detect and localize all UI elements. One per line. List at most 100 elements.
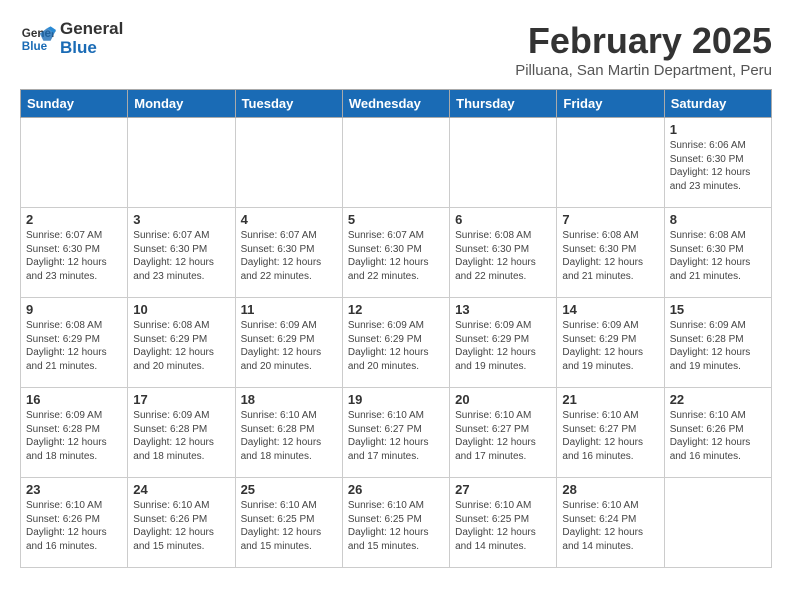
day-info: Sunrise: 6:10 AM Sunset: 6:26 PM Dayligh… <box>670 409 766 463</box>
weekday-header-thursday: Thursday <box>450 90 557 118</box>
day-info: Sunrise: 6:09 AM Sunset: 6:29 PM Dayligh… <box>562 319 658 373</box>
calendar-day-3: 3 Sunrise: 6:07 AM Sunset: 6:30 PM Daylig… <box>128 208 235 298</box>
calendar-day-12: 12Sunrise: 6:09 AM Sunset: 6:29 PM Dayli… <box>342 298 449 388</box>
weekday-header-row: SundayMondayTuesdayWednesdayThursdayFrid… <box>21 90 772 118</box>
calendar-day-4: 4 Sunrise: 6:07 AM Sunset: 6:30 PM Daylig… <box>235 208 342 298</box>
day-number: 22 <box>670 392 766 407</box>
day-info: Sunrise: 6:09 AM Sunset: 6:29 PM Dayligh… <box>241 319 337 373</box>
day-number: 8 <box>670 212 766 227</box>
calendar-day-11: 11 Sunrise: 6:09 AM Sunset: 6:29 PM Dayli… <box>235 298 342 388</box>
day-number: 15 <box>670 302 766 317</box>
day-info: Sunrise: 6:08 AM Sunset: 6:30 PM Dayligh… <box>562 229 658 283</box>
empty-day-cell <box>342 118 449 208</box>
calendar-day-1: 1 Sunrise: 6:06 AM Sunset: 6:30 PM Daylig… <box>664 118 771 208</box>
day-number: 21 <box>562 392 658 407</box>
day-number: 12 <box>348 302 444 317</box>
day-info: Sunrise: 6:09 AM Sunset: 6:28 PM Dayligh… <box>26 409 122 463</box>
day-info: Sunrise: 6:10 AM Sunset: 6:25 PM Dayligh… <box>348 499 444 553</box>
day-number: 14 <box>562 302 658 317</box>
logo-text-general: General <box>60 20 123 39</box>
empty-day-cell <box>557 118 664 208</box>
day-info: Sunrise: 6:10 AM Sunset: 6:24 PM Dayligh… <box>562 499 658 553</box>
day-number: 9 <box>26 302 122 317</box>
empty-day-cell <box>21 118 128 208</box>
weekday-header-friday: Friday <box>557 90 664 118</box>
logo-icon: General Blue <box>20 21 56 57</box>
day-info: Sunrise: 6:06 AM Sunset: 6:30 PM Dayligh… <box>670 139 766 193</box>
day-info: Sunrise: 6:10 AM Sunset: 6:26 PM Dayligh… <box>26 499 122 553</box>
empty-day-cell <box>235 118 342 208</box>
day-info: Sunrise: 6:08 AM Sunset: 6:29 PM Dayligh… <box>26 319 122 373</box>
calendar-day-21: 21 Sunrise: 6:10 AM Sunset: 6:27 PM Dayli… <box>557 388 664 478</box>
weekday-header-wednesday: Wednesday <box>342 90 449 118</box>
calendar-subtitle: Pilluana, San Martin Department, Peru <box>515 62 772 79</box>
calendar-day-25: 25Sunrise: 6:10 AM Sunset: 6:25 PM Dayli… <box>235 478 342 568</box>
day-info: Sunrise: 6:10 AM Sunset: 6:27 PM Dayligh… <box>455 409 551 463</box>
day-info: Sunrise: 6:10 AM Sunset: 6:27 PM Dayligh… <box>348 409 444 463</box>
day-number: 3 <box>133 212 229 227</box>
day-number: 4 <box>241 212 337 227</box>
calendar-title: February 2025 <box>515 20 772 62</box>
calendar-day-8: 8Sunrise: 6:08 AM Sunset: 6:30 PM Daylig… <box>664 208 771 298</box>
day-number: 6 <box>455 212 551 227</box>
day-info: Sunrise: 6:07 AM Sunset: 6:30 PM Dayligh… <box>133 229 229 283</box>
day-info: Sunrise: 6:08 AM Sunset: 6:30 PM Dayligh… <box>455 229 551 283</box>
weekday-header-monday: Monday <box>128 90 235 118</box>
day-info: Sunrise: 6:10 AM Sunset: 6:27 PM Dayligh… <box>562 409 658 463</box>
title-area: February 2025 Pilluana, San Martin Depar… <box>515 20 772 79</box>
calendar-week-row: 1 Sunrise: 6:06 AM Sunset: 6:30 PM Daylig… <box>21 118 772 208</box>
day-info: Sunrise: 6:09 AM Sunset: 6:29 PM Dayligh… <box>455 319 551 373</box>
calendar-day-19: 19Sunrise: 6:10 AM Sunset: 6:27 PM Dayli… <box>342 388 449 478</box>
empty-day-cell <box>664 478 771 568</box>
calendar-day-2: 2Sunrise: 6:07 AM Sunset: 6:30 PM Daylig… <box>21 208 128 298</box>
day-number: 7 <box>562 212 658 227</box>
day-info: Sunrise: 6:09 AM Sunset: 6:28 PM Dayligh… <box>670 319 766 373</box>
calendar-day-9: 9 Sunrise: 6:08 AM Sunset: 6:29 PM Daylig… <box>21 298 128 388</box>
calendar-day-26: 26 Sunrise: 6:10 AM Sunset: 6:25 PM Dayli… <box>342 478 449 568</box>
day-info: Sunrise: 6:10 AM Sunset: 6:25 PM Dayligh… <box>455 499 551 553</box>
calendar-week-row: 9 Sunrise: 6:08 AM Sunset: 6:29 PM Daylig… <box>21 298 772 388</box>
empty-day-cell <box>450 118 557 208</box>
day-info: Sunrise: 6:10 AM Sunset: 6:26 PM Dayligh… <box>133 499 229 553</box>
day-number: 17 <box>133 392 229 407</box>
day-number: 10 <box>133 302 229 317</box>
day-number: 27 <box>455 482 551 497</box>
day-number: 18 <box>241 392 337 407</box>
day-info: Sunrise: 6:10 AM Sunset: 6:28 PM Dayligh… <box>241 409 337 463</box>
calendar-week-row: 16 Sunrise: 6:09 AM Sunset: 6:28 PM Dayli… <box>21 388 772 478</box>
svg-text:Blue: Blue <box>22 39 48 52</box>
weekday-header-tuesday: Tuesday <box>235 90 342 118</box>
day-info: Sunrise: 6:07 AM Sunset: 6:30 PM Dayligh… <box>348 229 444 283</box>
day-number: 13 <box>455 302 551 317</box>
calendar-day-22: 22 Sunrise: 6:10 AM Sunset: 6:26 PM Dayli… <box>664 388 771 478</box>
day-number: 1 <box>670 122 766 137</box>
day-number: 24 <box>133 482 229 497</box>
day-number: 5 <box>348 212 444 227</box>
day-info: Sunrise: 6:08 AM Sunset: 6:29 PM Dayligh… <box>133 319 229 373</box>
empty-day-cell <box>128 118 235 208</box>
day-number: 20 <box>455 392 551 407</box>
calendar-day-20: 20 Sunrise: 6:10 AM Sunset: 6:27 PM Dayli… <box>450 388 557 478</box>
calendar-day-14: 14 Sunrise: 6:09 AM Sunset: 6:29 PM Dayli… <box>557 298 664 388</box>
calendar-day-7: 7 Sunrise: 6:08 AM Sunset: 6:30 PM Daylig… <box>557 208 664 298</box>
calendar-day-5: 5 Sunrise: 6:07 AM Sunset: 6:30 PM Daylig… <box>342 208 449 298</box>
day-info: Sunrise: 6:10 AM Sunset: 6:25 PM Dayligh… <box>241 499 337 553</box>
day-info: Sunrise: 6:07 AM Sunset: 6:30 PM Dayligh… <box>26 229 122 283</box>
calendar-day-13: 13 Sunrise: 6:09 AM Sunset: 6:29 PM Dayli… <box>450 298 557 388</box>
day-number: 11 <box>241 302 337 317</box>
weekday-header-sunday: Sunday <box>21 90 128 118</box>
day-number: 26 <box>348 482 444 497</box>
calendar-day-6: 6 Sunrise: 6:08 AM Sunset: 6:30 PM Daylig… <box>450 208 557 298</box>
calendar-day-10: 10 Sunrise: 6:08 AM Sunset: 6:29 PM Dayli… <box>128 298 235 388</box>
day-number: 16 <box>26 392 122 407</box>
calendar-day-24: 24 Sunrise: 6:10 AM Sunset: 6:26 PM Dayli… <box>128 478 235 568</box>
day-info: Sunrise: 6:07 AM Sunset: 6:30 PM Dayligh… <box>241 229 337 283</box>
calendar-day-18: 18 Sunrise: 6:10 AM Sunset: 6:28 PM Dayli… <box>235 388 342 478</box>
weekday-header-saturday: Saturday <box>664 90 771 118</box>
calendar-day-15: 15 Sunrise: 6:09 AM Sunset: 6:28 PM Dayli… <box>664 298 771 388</box>
calendar-day-27: 27 Sunrise: 6:10 AM Sunset: 6:25 PM Dayli… <box>450 478 557 568</box>
calendar-week-row: 2Sunrise: 6:07 AM Sunset: 6:30 PM Daylig… <box>21 208 772 298</box>
header: General Blue General Blue February 2025 … <box>20 20 772 79</box>
calendar-week-row: 23Sunrise: 6:10 AM Sunset: 6:26 PM Dayli… <box>21 478 772 568</box>
logo: General Blue General Blue <box>20 20 123 57</box>
